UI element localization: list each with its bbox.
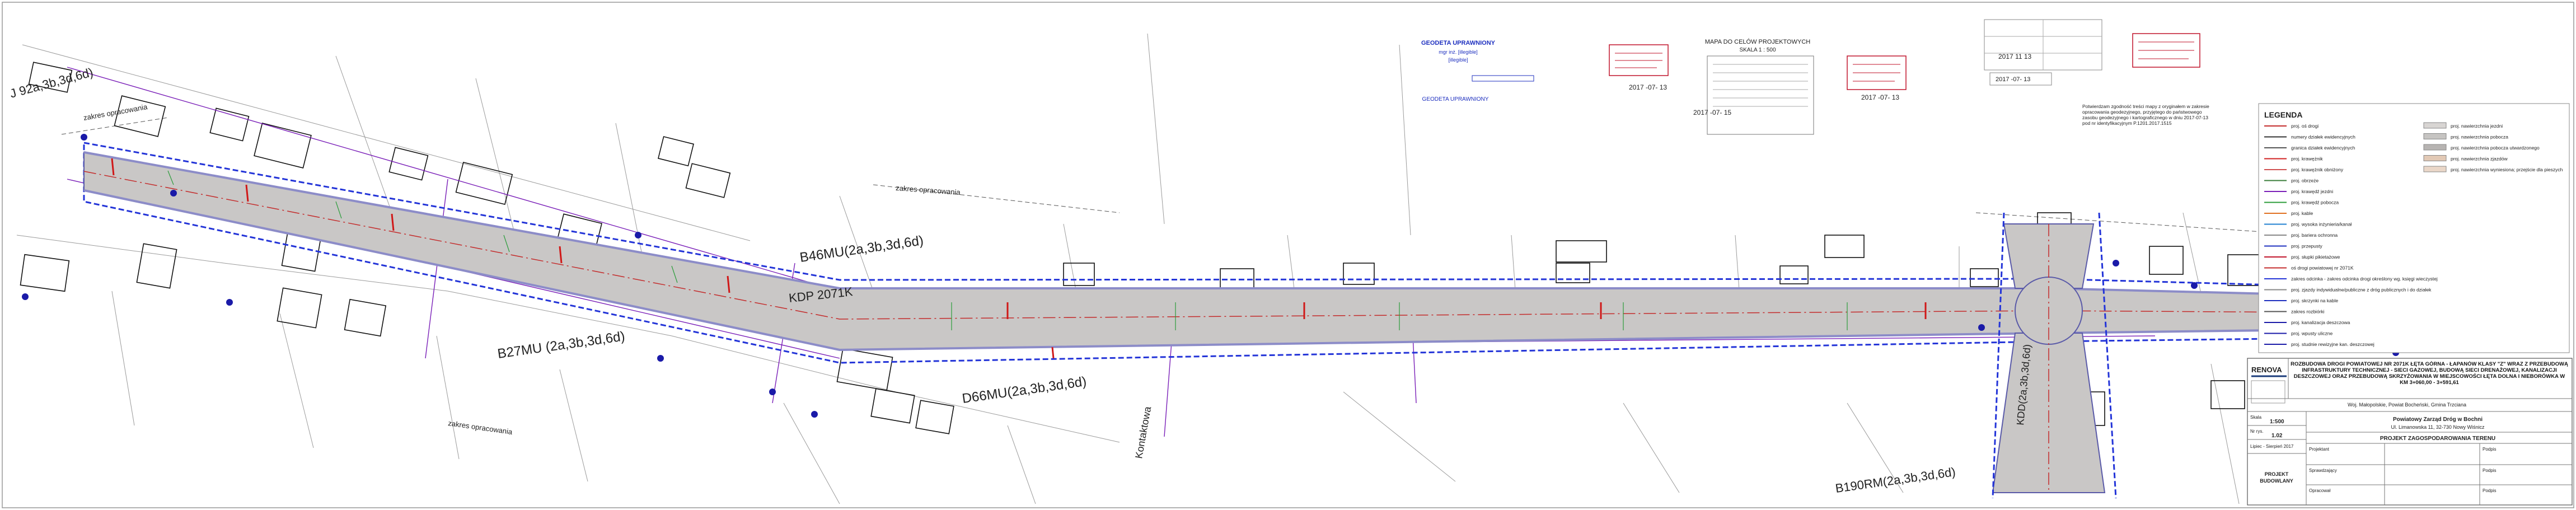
svg-text:BUDOWLANY: BUDOWLANY <box>2260 478 2293 484</box>
legend-item-label: proj. wpusty uliczne <box>2291 331 2333 336</box>
legend-surface-item-swatch <box>2423 133 2447 139</box>
scale-value: 1:500 <box>2270 419 2284 425</box>
legend-surface-item-swatch <box>2423 155 2447 161</box>
legend-title: LEGENDA <box>2264 110 2302 119</box>
svg-text:2017 -07- 13: 2017 -07- 13 <box>1861 93 1899 101</box>
drawing-name: PROJEKT ZAGOSPODAROWANIA TERENU <box>2380 436 2495 442</box>
legend-item-label: zakres rozbiórki <box>2291 309 2325 315</box>
svg-text:Projektant: Projektant <box>2309 447 2330 452</box>
investor-name: Powiatowy Zarząd Dróg w Bochni <box>2393 417 2483 423</box>
legend-item-label: proj. wysoka inżynieria/kanał <box>2291 222 2352 227</box>
legend-surface-item-label: proj. nawierzchnia pobocza <box>2451 134 2508 140</box>
legend-surface-item-swatch <box>2423 144 2447 151</box>
svg-text:MAPA DO CELÓW PROJEKTOWYCH: MAPA DO CELÓW PROJEKTOWYCH <box>1705 38 1811 45</box>
legend-item-label: proj. krawędź pobocza <box>2291 200 2339 205</box>
title-block: RENOVA ROZBUDOWA DROGI POWIATOWEJ NR 207… <box>2247 358 2573 506</box>
svg-text:SKALA 1 : 500: SKALA 1 : 500 <box>1739 47 1776 53</box>
legend-item-label: proj. obrzeże <box>2291 178 2319 184</box>
svg-text:Nr rys.: Nr rys. <box>2250 429 2264 434</box>
svg-text:GEODETA UPRAWNIONY: GEODETA UPRAWNIONY <box>1422 96 1489 102</box>
legend-surface-item-swatch <box>2423 166 2447 172</box>
legend-item-label: oś drogi powiatowej nr 2071K <box>2291 265 2354 271</box>
legend-item-label: proj. krawężnik obniżony <box>2291 167 2344 172</box>
svg-text:Sprawdzający: Sprawdzający <box>2309 468 2337 473</box>
sheet-number: 1.02 <box>2271 433 2283 439</box>
svg-text:PROJEKT: PROJEKT <box>2265 471 2289 477</box>
legend-item-label: proj. studnie rewizyjne kan. deszczowej <box>2291 341 2374 347</box>
svg-text:Opracował: Opracował <box>2309 488 2330 493</box>
legend-item-label: proj. przepusty <box>2291 244 2322 249</box>
svg-text:Ul. Limanowska 11, 32-730 Nowy: Ul. Limanowska 11, 32-730 Nowy Wiśnicz <box>2391 424 2485 430</box>
legend-surface-item-label: proj. nawierzchnia pobocza utwardzonego <box>2451 145 2540 151</box>
legend-item-label: proj. słupki pikietażowe <box>2291 254 2340 260</box>
svg-text:mgr inż. [illegible]: mgr inż. [illegible] <box>1439 49 1478 55</box>
svg-text:GEODETA UPRAWNIONY: GEODETA UPRAWNIONY <box>1421 40 1496 46</box>
legend-surface-item-label: proj. nawierzchnia jezdni <box>2451 123 2503 129</box>
legend-item-label: proj. kanalizacja deszczowa <box>2291 320 2350 325</box>
legend-item-label: numery działek ewidencyjnych <box>2291 134 2355 140</box>
legend: LEGENDA proj. oś drogi numery działek ewi… <box>2258 103 2570 353</box>
legend-item-label: proj. oś drogi <box>2291 123 2319 129</box>
location: Woj. Małopolskie, Powiat Bocheński, Gmin… <box>2348 402 2466 408</box>
legend-item-label: proj. krawężnik <box>2291 156 2323 162</box>
project-title: ROZBUDOWA DROGI POWIATOWEJ NR 2071K ŁĘTA… <box>2291 361 2568 386</box>
svg-text:Podpis: Podpis <box>2483 447 2496 452</box>
legend-item-label: proj. krawędź jezdni <box>2291 189 2333 194</box>
svg-text:Podpis: Podpis <box>2483 468 2496 473</box>
legend-item-label: proj. skrzynki na kable <box>2291 298 2338 303</box>
legend-item-label: proj. zjazdy indywidualne/publiczne z dr… <box>2291 287 2432 293</box>
drawing-sheet: J 92a,3b,3d,6d) KDP 2071K B46MU(2a,3b,3d… <box>2 2 2574 508</box>
legend-item-label: granica działek ewidencyjnych <box>2291 145 2355 151</box>
legend-surface-item-label: proj. nawierzchnia zjazdów <box>2451 156 2508 162</box>
date: Lipiec - Sierpień 2017 <box>2250 444 2294 449</box>
svg-text:Podpis: Podpis <box>2483 488 2496 493</box>
confirmation-note: Potwierdzam zgodność treści mapy z orygi… <box>2082 104 2209 126</box>
svg-text:2017 -07- 13: 2017 -07- 13 <box>1629 83 1667 91</box>
legend-surface-item-swatch <box>2423 122 2447 129</box>
legend-item-label: proj. bariera ochronna <box>2291 232 2338 238</box>
legend-item-label: proj. kable <box>2291 210 2313 216</box>
legend-surface-item-label: proj. nawierzchnia wyniesiona; przejście… <box>2451 167 2563 172</box>
svg-text:2017 -07- 15: 2017 -07- 15 <box>1693 109 1731 116</box>
svg-text:2017 -07- 13: 2017 -07- 13 <box>1996 76 2030 83</box>
svg-text:RENOVA: RENOVA <box>2251 366 2282 374</box>
svg-text:2017 11 13: 2017 11 13 <box>1998 53 2031 60</box>
legend-item-label: zakres odcinka - zakres odcinka drogi ok… <box>2291 276 2438 282</box>
svg-text:Skala: Skala <box>2250 415 2262 420</box>
svg-text:[illegible]: [illegible] <box>1448 57 1468 63</box>
